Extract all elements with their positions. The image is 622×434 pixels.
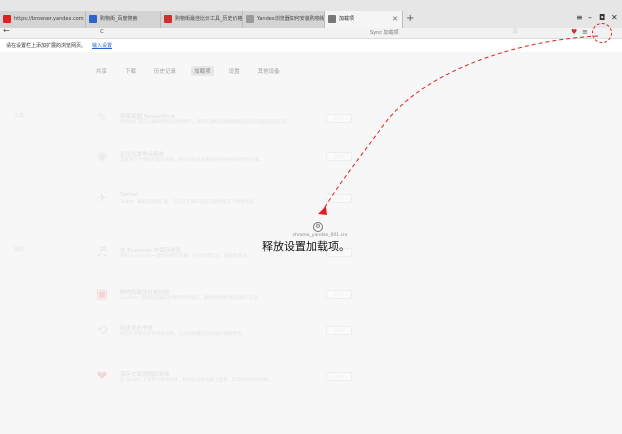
tab-label: 购物街最佳比价工具_历史价格 [175,16,243,22]
tab-label: Yandex浏览器如何安装购物街 [257,16,325,22]
tab-addons[interactable]: 加载项 ✕ [325,11,403,28]
address-bar: ← c Sync 加载项 ☆ ♥ ≡ [0,26,622,39]
info-bar: 请在设置栏上添加扩展的浏览网页。 输入设置 [0,40,622,52]
drop-instruction-text: 释放设置加载项。 [262,240,350,253]
tab-strip: https://browser.yandex.com 购物街_百度搜索 购物街最… [0,0,622,28]
back-icon[interactable]: ← [3,26,10,35]
tab-label: https://browser.yandex.com [14,16,84,22]
new-tab-button[interactable]: + [406,12,414,26]
downloads-icon[interactable]: ≡ [582,28,588,36]
reload-icon[interactable]: c [100,27,104,35]
tab-price-tool[interactable]: 购物街最佳比价工具_历史价格 [161,11,243,28]
bookmark-star-icon[interactable]: ☆ [512,27,518,35]
addons-favicon-icon [328,15,336,23]
info-bar-text: 请在设置栏上添加扩展的浏览网页。 [6,43,87,49]
close-window-icon[interactable]: ✕ [611,13,618,22]
minimize-icon[interactable]: – [588,13,592,22]
menu-icon[interactable]: ≡ [576,13,583,22]
tab-install-guide[interactable]: Yandex浏览器如何安装购物街 [243,11,325,28]
close-tab-icon[interactable]: ✕ [392,11,398,28]
page-favicon-icon [246,15,254,23]
url-field[interactable]: c Sync 加载项 ☆ [96,27,526,38]
yandex-favicon-icon [3,15,11,23]
tab-yandex-home[interactable]: https://browser.yandex.com [0,11,86,28]
info-bar-link[interactable]: 输入设置 [92,43,112,49]
extension-heart-icon[interactable]: ♥ [571,28,577,36]
restore-icon[interactable]: ◘ [599,13,605,22]
tab-label: 购物街_百度搜索 [100,16,138,22]
baidu-favicon-icon [89,15,97,23]
tab-label: 加载项 [339,16,355,22]
drag-source-highlight [592,23,612,43]
tab-baidu-search[interactable]: 购物街_百度搜索 [86,11,161,28]
dragged-file-icon: ⚙ [313,222,323,232]
shopping-favicon-icon [164,15,172,23]
url-text: Sync 加载项 [370,30,399,36]
